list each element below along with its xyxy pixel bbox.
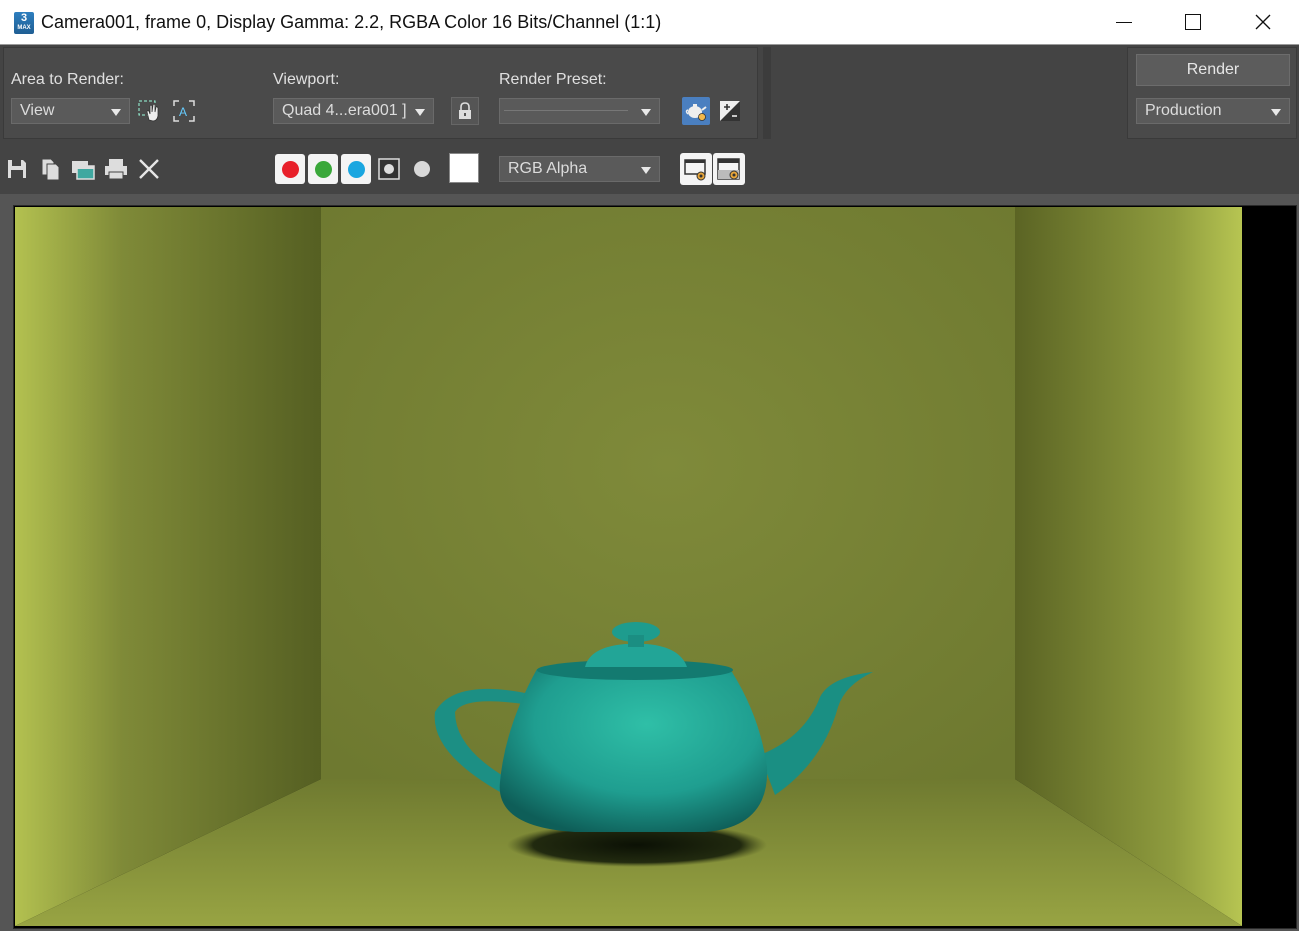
auto-region-icon: A: [173, 100, 195, 122]
info-panel-icon: [717, 158, 740, 180]
area-to-render-value: View: [20, 102, 55, 119]
clone-window-icon: [72, 161, 95, 180]
green-channel-toggle[interactable]: [308, 154, 338, 184]
close-icon: [1255, 14, 1271, 30]
exposure-icon: [720, 101, 740, 121]
blue-channel-toggle[interactable]: [341, 154, 371, 184]
chevron-down-icon: [111, 109, 121, 116]
lock-icon: [459, 102, 471, 119]
maximize-button[interactable]: [1158, 0, 1228, 44]
red-channel-icon: [281, 160, 299, 178]
chevron-down-icon: [641, 109, 651, 116]
exposure-control-button[interactable]: [717, 98, 743, 124]
monochrome-toggle[interactable]: [407, 154, 437, 184]
viewport-dropdown[interactable]: Quad 4...era001 ]: [273, 98, 434, 124]
chevron-down-icon: [415, 109, 425, 116]
color-swatch[interactable]: [449, 153, 479, 183]
rendered-image[interactable]: [15, 207, 1242, 926]
app-logo-subtext: MAX: [17, 25, 31, 31]
render-mode-value: Production: [1145, 102, 1222, 119]
save-icon: [8, 160, 26, 178]
maximize-icon: [1185, 14, 1201, 30]
print-image-button[interactable]: [103, 155, 129, 183]
auto-region-button[interactable]: A: [171, 98, 197, 124]
print-icon: [105, 159, 127, 180]
viewport-value: Quad 4...era001 ]: [282, 102, 407, 119]
edit-region-button[interactable]: [137, 98, 163, 124]
alpha-channel-toggle[interactable]: [374, 154, 404, 184]
title-bar: 3 MAX Camera001, frame 0, Display Gamma:…: [0, 0, 1299, 45]
chevron-down-icon: [1271, 109, 1281, 116]
render-preset-dropdown[interactable]: [499, 98, 660, 124]
frame-window-icon: [684, 159, 706, 181]
area-to-render-dropdown[interactable]: View: [11, 98, 130, 124]
copy-image-button[interactable]: [37, 155, 63, 183]
green-channel-icon: [314, 160, 332, 178]
red-channel-toggle[interactable]: [275, 154, 305, 184]
preset-separator-line: [504, 110, 628, 111]
close-button[interactable]: [1228, 0, 1298, 44]
channel-display-value: RGB Alpha: [508, 160, 588, 177]
svg-text:A: A: [179, 105, 187, 119]
app-logo-icon: 3 MAX: [14, 12, 34, 34]
copy-icon: [41, 158, 60, 181]
panel-divider: [763, 47, 771, 139]
display-toggle-button[interactable]: [680, 153, 712, 185]
lock-viewport-button[interactable]: [451, 97, 479, 125]
monochrome-icon: [414, 161, 430, 177]
pan-hand-icon: [138, 100, 159, 122]
area-to-render-label: Area to Render:: [11, 71, 124, 88]
render-button[interactable]: Render: [1136, 54, 1290, 86]
render-preset-label: Render Preset:: [499, 71, 607, 88]
render-settings-panel: [3, 47, 758, 139]
window-title: Camera001, frame 0, Display Gamma: 2.2, …: [41, 12, 662, 32]
alpha-channel-icon: [378, 158, 400, 180]
clear-image-button[interactable]: [136, 155, 162, 183]
viewport-label: Viewport:: [273, 71, 340, 88]
info-panel-button[interactable]: [713, 153, 745, 185]
save-image-button[interactable]: [4, 155, 30, 183]
teapot-settings-icon: [685, 104, 707, 121]
render-mode-dropdown[interactable]: Production: [1136, 98, 1290, 124]
chevron-down-icon: [641, 167, 651, 174]
channel-display-dropdown[interactable]: RGB Alpha: [499, 156, 660, 182]
minimize-button[interactable]: [1089, 0, 1159, 44]
minimize-icon: [1116, 21, 1132, 23]
blue-channel-icon: [347, 160, 365, 178]
clone-window-button[interactable]: [70, 155, 96, 183]
render-setup-button[interactable]: [682, 97, 710, 125]
app-logo-text: 3: [20, 12, 28, 24]
clear-icon: [139, 159, 159, 179]
